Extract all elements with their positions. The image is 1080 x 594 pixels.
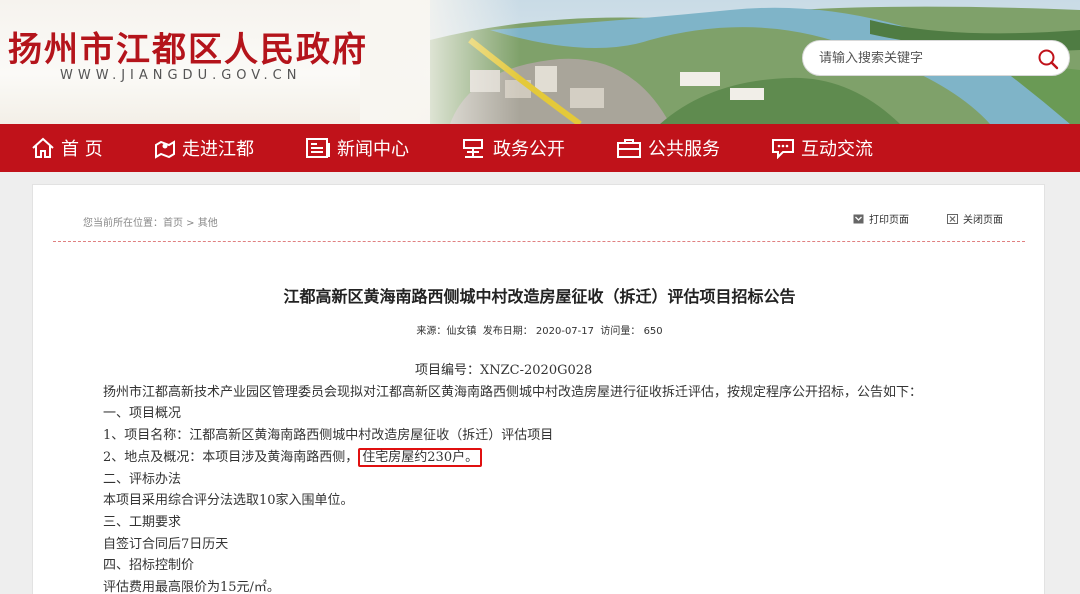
breadcrumb-current: 其他 (197, 218, 218, 229)
nav-label: 政务公开 (493, 139, 565, 160)
close-icon (947, 213, 958, 224)
breadcrumb-prefix: 您当前所在位置： (83, 218, 163, 229)
nav-label: 互动交流 (801, 139, 873, 160)
print-button[interactable]: 打印页面 (853, 211, 909, 226)
main-nav: 首 页 走进江都 新闻中心 政务公开 公共服务 互动交流 (0, 124, 1080, 172)
location-icon (155, 140, 175, 159)
nav-label: 新闻中心 (337, 139, 409, 160)
search-icon[interactable] (1037, 48, 1059, 70)
meta-date-label: 发布日期： (482, 326, 533, 337)
site-header: 扬州市江都区人民政府 WWW.JIANGDU.GOV.CN (0, 0, 1080, 124)
location-text: 2、地点及概况：本项目涉及黄海南路西侧， (103, 449, 359, 465)
section-heading: 一、项目概况 (103, 406, 182, 422)
site-title: 扬州市江都区人民政府 (8, 30, 368, 70)
meta-source: 来源：仙女镇 (416, 326, 477, 337)
close-label: 关闭页面 (963, 215, 1003, 226)
close-page-button[interactable]: 关闭页面 (947, 211, 1003, 226)
home-icon (32, 137, 54, 158)
nav-item-services[interactable]: 公共服务 (616, 124, 720, 172)
price-line: 评估费用最高限价为15元/㎡。 (103, 580, 280, 594)
search-box (802, 40, 1070, 76)
site-domain: WWW.JIANGDU.GOV.CN (60, 68, 302, 83)
method-line: 本项目采用综合评分法选取10家入围单位。 (103, 493, 354, 509)
meta-views: 650 (643, 326, 663, 337)
intro-paragraph: 扬州市江都高新技术产业园区管理委员会现拟对江都高新区黄海南路西侧城中村改造房屋进… (103, 384, 923, 400)
briefcase-icon (617, 139, 641, 158)
article-body: 项目编号：XNZC-2020G028 扬州市江都高新技术产业园区管理委员会现拟对… (103, 360, 1023, 594)
print-label: 打印页面 (869, 215, 909, 226)
article-title: 江都高新区黄海南路西侧城中村改造房屋征收（拆迁）评估项目招标公告 (283, 287, 796, 306)
project-name-line: 1、项目名称：江都高新区黄海南路西侧城中村改造房屋征收（拆迁）评估项目 (103, 428, 554, 444)
highlighted-households: 住宅房屋约230户。 (358, 447, 483, 467)
nav-item-news[interactable]: 新闻中心 (305, 124, 409, 172)
divider (53, 241, 1025, 242)
section-heading: 二、评标办法 (103, 471, 182, 487)
nav-item-about[interactable]: 走进江都 (154, 124, 254, 172)
nav-item-home[interactable]: 首 页 (31, 124, 103, 172)
nav-item-interact[interactable]: 互动交流 (771, 124, 873, 172)
search-input[interactable] (819, 50, 1029, 66)
meta-views-label: 访问量： (600, 326, 641, 337)
breadcrumb-separator: > (183, 218, 198, 229)
location-line: 2、地点及概况：本项目涉及黄海南路西侧， 住宅房屋约230户。 (103, 447, 1023, 469)
nav-label: 首 页 (61, 139, 103, 160)
content-panel: 您当前所在位置：首页 > 其他 打印页面 关闭页面 江都高新区黄海南路西侧城中村… (32, 184, 1045, 594)
breadcrumb-home-link[interactable]: 首页 (163, 218, 183, 229)
project-code: 项目编号：XNZC-2020G028 (415, 363, 593, 378)
section-heading: 四、招标控制价 (103, 558, 195, 574)
newspaper-icon (306, 138, 330, 158)
nav-label: 走进江都 (182, 139, 254, 160)
section-heading: 三、工期要求 (103, 514, 182, 530)
article-meta: 来源：仙女镇 发布日期： 2020-07-17 访问量： 650 (33, 322, 1046, 337)
chat-icon (772, 139, 794, 159)
breadcrumb: 您当前所在位置：首页 > 其他 (83, 214, 218, 229)
government-icon (463, 139, 483, 158)
nav-label: 公共服务 (648, 139, 720, 160)
nav-item-government[interactable]: 政务公开 (461, 124, 565, 172)
period-line: 自签订合同后7日历天 (103, 536, 229, 552)
print-icon (853, 214, 864, 223)
meta-date: 2020-07-17 (535, 326, 595, 337)
